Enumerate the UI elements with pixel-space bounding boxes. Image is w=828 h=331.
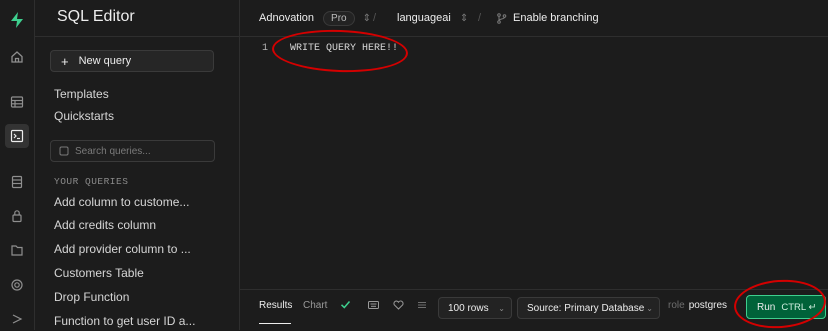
icon-rail <box>0 0 35 330</box>
breadcrumb-separator: / <box>478 12 482 24</box>
code-line[interactable]: WRITE QUERY HERE!! <box>290 43 398 54</box>
query-item[interactable]: Add credits column <box>54 218 156 232</box>
auth-lock-icon[interactable] <box>5 204 29 228</box>
results-bar: Results Chart 100 rows ⌄ Source: Primary… <box>240 289 828 331</box>
chevron-updown-icon: ⇕ <box>362 12 371 24</box>
database-icon[interactable] <box>5 170 29 194</box>
sidebar-title: SQL Editor <box>57 8 135 25</box>
run-label: Run <box>757 301 776 313</box>
org-selector[interactable]: Adnovation Pro ⇕ <box>259 0 371 36</box>
search-icon <box>59 146 69 156</box>
run-shortcut: CTRL ↵ <box>781 301 817 313</box>
query-item[interactable]: Add column to custome... <box>54 195 189 209</box>
query-item[interactable]: Drop Function <box>54 290 129 304</box>
new-query-label: New query <box>78 55 132 67</box>
branch-icon <box>497 12 507 24</box>
chevron-down-icon: ⌄ <box>646 303 653 313</box>
source-value: Source: Primary Database <box>527 302 645 314</box>
chevron-updown-icon: ⇕ <box>459 12 469 24</box>
plan-badge: Pro <box>323 10 355 26</box>
line-number: 1 <box>262 43 269 54</box>
table-editor-icon[interactable] <box>5 90 29 114</box>
favorite-heart-icon[interactable] <box>393 300 404 310</box>
home-icon[interactable] <box>5 45 29 69</box>
enable-branching-button[interactable]: Enable branching <box>496 0 599 36</box>
storage-icon[interactable] <box>5 238 29 262</box>
chevron-down-icon: ⌄ <box>498 303 505 313</box>
sidebar-item-quickstarts[interactable]: Quickstarts <box>54 109 114 123</box>
role-label: role <box>668 300 685 311</box>
new-query-button[interactable]: + New query <box>50 50 214 72</box>
format-lines-icon[interactable] <box>417 300 427 310</box>
active-tab-indicator <box>259 323 291 324</box>
row-limit-value: 100 rows <box>448 302 489 314</box>
run-button[interactable]: Run CTRL ↵ <box>746 295 826 319</box>
keyboard-icon[interactable] <box>368 300 379 310</box>
breadcrumb-separator: / <box>373 12 377 24</box>
query-item[interactable]: Add provider column to ... <box>54 242 191 256</box>
project-name: languageai <box>397 12 451 24</box>
source-select[interactable]: Source: Primary Database ⌄ <box>517 297 660 319</box>
role-selector[interactable]: role postgres <box>668 300 727 311</box>
search-placeholder: Search queries... <box>75 145 151 157</box>
divider <box>35 36 239 37</box>
query-item[interactable]: Customers Table <box>54 266 144 280</box>
section-heading-your-queries: YOUR QUERIES <box>54 176 129 187</box>
sidebar-item-templates[interactable]: Templates <box>54 87 109 101</box>
org-name: Adnovation <box>259 12 315 24</box>
tab-chart[interactable]: Chart <box>303 300 327 311</box>
supabase-logo-icon[interactable] <box>5 8 29 32</box>
sql-editor-sidebar: SQL Editor + New query Templates Quickst… <box>35 0 240 330</box>
enable-branching-label: Enable branching <box>513 12 599 24</box>
edge-functions-icon[interactable] <box>5 307 29 331</box>
tab-results[interactable]: Results <box>259 300 292 311</box>
realtime-icon[interactable] <box>5 273 29 297</box>
plus-icon: + <box>61 53 69 69</box>
search-queries-input[interactable]: Search queries... <box>50 140 215 162</box>
row-limit-select[interactable]: 100 rows ⌄ <box>438 297 512 319</box>
check-icon[interactable] <box>340 299 351 310</box>
top-bar: Adnovation Pro ⇕ / languageai ⇕ / Enable… <box>240 0 828 37</box>
role-value: postgres <box>688 300 728 311</box>
query-item[interactable]: Function to get user ID a... <box>54 314 195 328</box>
sql-editor-icon[interactable] <box>5 124 29 148</box>
sql-editor-pane[interactable]: 1 WRITE QUERY HERE!! <box>240 37 828 289</box>
project-selector[interactable]: languageai ⇕ <box>397 0 468 36</box>
